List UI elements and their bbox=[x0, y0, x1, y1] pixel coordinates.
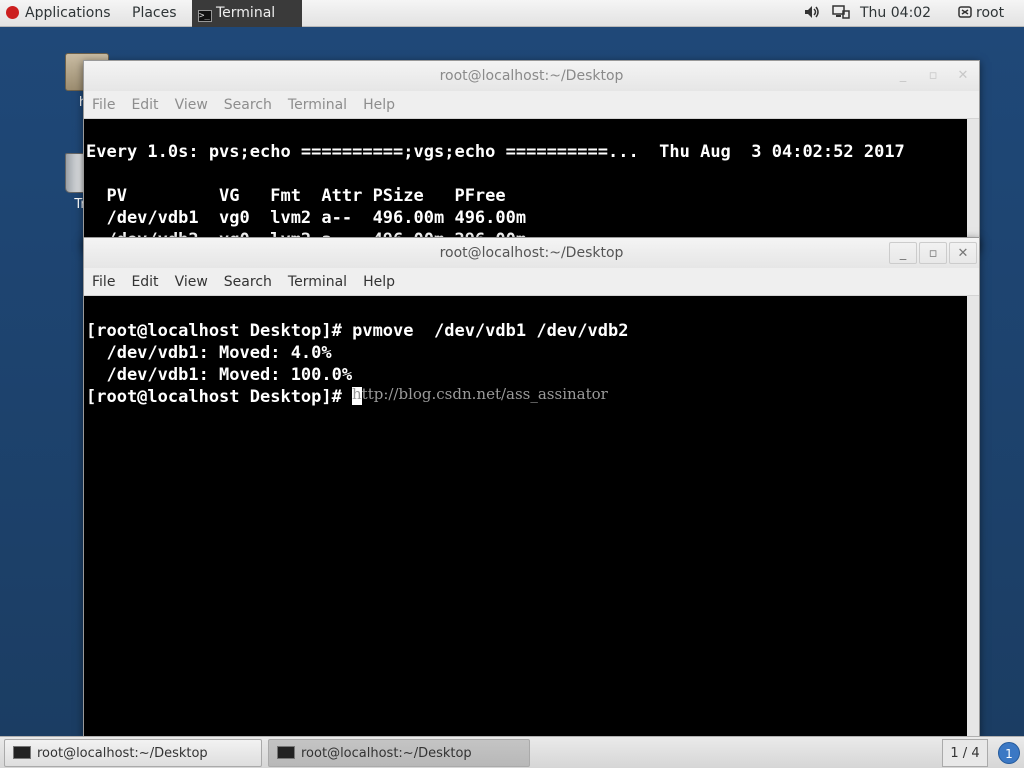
terminal-icon bbox=[13, 746, 31, 759]
terminal-output[interactable]: [root@localhost Desktop]# pvmove /dev/vd… bbox=[84, 296, 967, 736]
menu-view[interactable]: View bbox=[175, 97, 208, 113]
redhat-logo-icon bbox=[6, 6, 19, 19]
terminal-window-back[interactable]: root@localhost:~/Desktop _ ▫ ✕ File Edit V… bbox=[83, 60, 980, 250]
user-menu[interactable]: root bbox=[958, 0, 1004, 27]
menu-terminal[interactable]: Terminal bbox=[288, 274, 347, 290]
places-menu[interactable]: Places bbox=[132, 0, 177, 27]
terminal-line: PV VG Fmt Attr PSize PFree bbox=[86, 186, 506, 206]
window-titlebar[interactable]: root@localhost:~/Desktop _ ▫ ✕ bbox=[84, 238, 979, 268]
notification-icon[interactable]: 1 bbox=[998, 742, 1020, 764]
terminal-line: /dev/vdb1: Moved: 4.0% bbox=[86, 343, 332, 363]
scrollbar[interactable] bbox=[967, 296, 979, 736]
terminal-line: /dev/vdb1 vg0 lvm2 a-- 496.00m 496.00m bbox=[86, 208, 527, 228]
user-label: root bbox=[976, 5, 1005, 21]
menu-file[interactable]: File bbox=[92, 274, 115, 290]
menu-help[interactable]: Help bbox=[363, 97, 395, 113]
taskbar-window-label: root@localhost:~/Desktop bbox=[301, 746, 472, 761]
taskbar-window-label: root@localhost:~/Desktop bbox=[37, 746, 208, 761]
menu-help[interactable]: Help bbox=[363, 274, 395, 290]
terminal-icon: >_ bbox=[198, 10, 212, 22]
terminal-app-menu[interactable]: >_ Terminal bbox=[192, 0, 302, 27]
window-titlebar[interactable]: root@localhost:~/Desktop _ ▫ ✕ bbox=[84, 61, 979, 91]
menu-search[interactable]: Search bbox=[224, 274, 272, 290]
clock[interactable]: Thu 04:02 bbox=[860, 0, 931, 27]
volume-icon[interactable] bbox=[804, 0, 820, 27]
window-title: root@localhost:~/Desktop bbox=[439, 68, 624, 84]
user-icon bbox=[958, 6, 972, 18]
menu-bar: File Edit View Search Terminal Help bbox=[84, 268, 979, 296]
terminal-window-front[interactable]: root@localhost:~/Desktop _ ▫ ✕ File Edit V… bbox=[83, 237, 980, 737]
menu-edit[interactable]: Edit bbox=[131, 274, 158, 290]
taskbar-window-button-active[interactable]: root@localhost:~/Desktop bbox=[268, 739, 530, 767]
menu-search[interactable]: Search bbox=[224, 97, 272, 113]
terminal-icon bbox=[277, 746, 295, 759]
taskbar-window-button[interactable]: root@localhost:~/Desktop bbox=[4, 739, 262, 767]
terminal-output[interactable]: Every 1.0s: pvs;echo ==========;vgs;echo… bbox=[84, 119, 967, 249]
close-button[interactable]: ✕ bbox=[949, 242, 977, 264]
terminal-prompt: [root@localhost Desktop]# bbox=[86, 387, 353, 407]
scrollbar[interactable] bbox=[967, 119, 979, 249]
menu-bar: File Edit View Search Terminal Help bbox=[84, 91, 979, 119]
watermark-text: http://blog.csdn.net/ass_assinator bbox=[352, 385, 608, 403]
workspace-pager[interactable]: 1 / 4 bbox=[942, 739, 988, 767]
maximize-button[interactable]: ▫ bbox=[919, 242, 947, 264]
bottom-panel: root@localhost:~/Desktop root@localhost:… bbox=[0, 736, 1024, 768]
top-panel: Applications Places >_ Terminal Thu 04:02… bbox=[0, 0, 1024, 27]
terminal-app-label: Terminal bbox=[216, 5, 276, 21]
menu-edit[interactable]: Edit bbox=[131, 97, 158, 113]
network-icon[interactable] bbox=[832, 0, 850, 27]
minimize-button[interactable]: _ bbox=[889, 65, 917, 87]
terminal-line: [root@localhost Desktop]# pvmove /dev/vd… bbox=[86, 321, 629, 341]
minimize-button[interactable]: _ bbox=[889, 242, 917, 264]
places-label: Places bbox=[132, 5, 177, 21]
menu-terminal[interactable]: Terminal bbox=[288, 97, 347, 113]
close-button[interactable]: ✕ bbox=[949, 65, 977, 87]
window-title: root@localhost:~/Desktop bbox=[439, 245, 624, 261]
terminal-line: Every 1.0s: pvs;echo ==========;vgs;echo… bbox=[86, 142, 905, 162]
applications-menu[interactable]: Applications bbox=[6, 0, 111, 27]
menu-file[interactable]: File bbox=[92, 97, 115, 113]
maximize-button[interactable]: ▫ bbox=[919, 65, 947, 87]
applications-label: Applications bbox=[25, 5, 111, 21]
menu-view[interactable]: View bbox=[175, 274, 208, 290]
